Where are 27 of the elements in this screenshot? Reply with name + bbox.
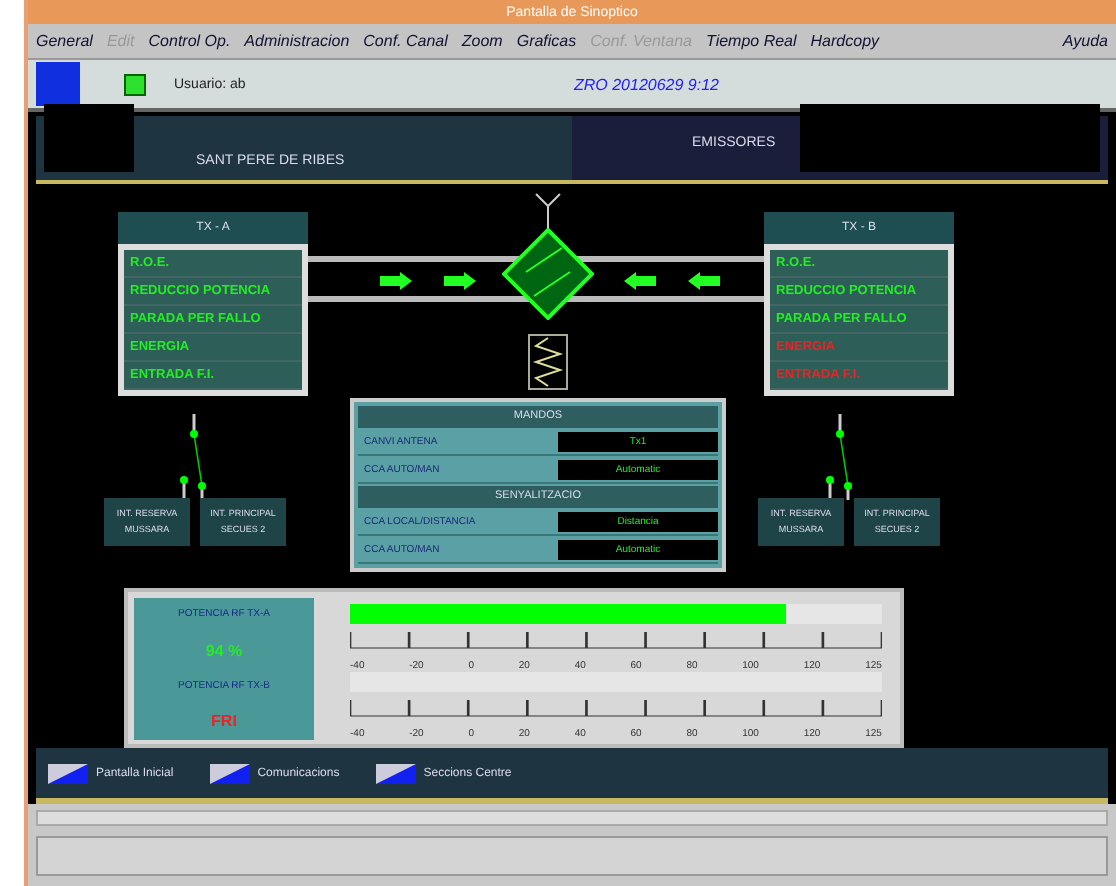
- menu-item[interactable]: Graficas: [516, 32, 577, 50]
- menu-item[interactable]: Zoom: [461, 32, 503, 50]
- menu-item[interactable]: Ayuda: [1062, 32, 1108, 50]
- horizontal-scrollbar[interactable]: [36, 810, 1108, 826]
- arrow-icon: [444, 271, 476, 290]
- combiner-icon: [502, 227, 594, 320]
- status-icon: [124, 73, 146, 95]
- menu-item[interactable]: Administracion: [244, 32, 350, 50]
- power-reading: FRI: [211, 712, 237, 731]
- arrow-icon: [624, 271, 656, 290]
- timestamp: ZRO 20120629 9:12: [574, 75, 719, 93]
- coil-icon: [528, 333, 568, 390]
- menu-item[interactable]: Hardcopy: [810, 32, 880, 50]
- menu-item[interactable]: Conf. Canal: [363, 32, 448, 50]
- screen-icon: [48, 763, 88, 784]
- screen-icon: [209, 763, 250, 784]
- menu-item[interactable]: General: [36, 32, 93, 50]
- power-reading: 94 %: [205, 641, 243, 660]
- screen-icon: [375, 763, 416, 784]
- arrow-icon: [688, 271, 720, 290]
- connector-drawing: [178, 413, 208, 500]
- menu-item[interactable]: Tiempo Real: [706, 32, 797, 50]
- connector-drawing: [824, 413, 854, 500]
- arrow-icon: [380, 271, 412, 290]
- logo-icon: [36, 62, 80, 106]
- antenna-icon: [534, 191, 562, 228]
- menu-item[interactable]: Control Op.: [148, 32, 231, 50]
